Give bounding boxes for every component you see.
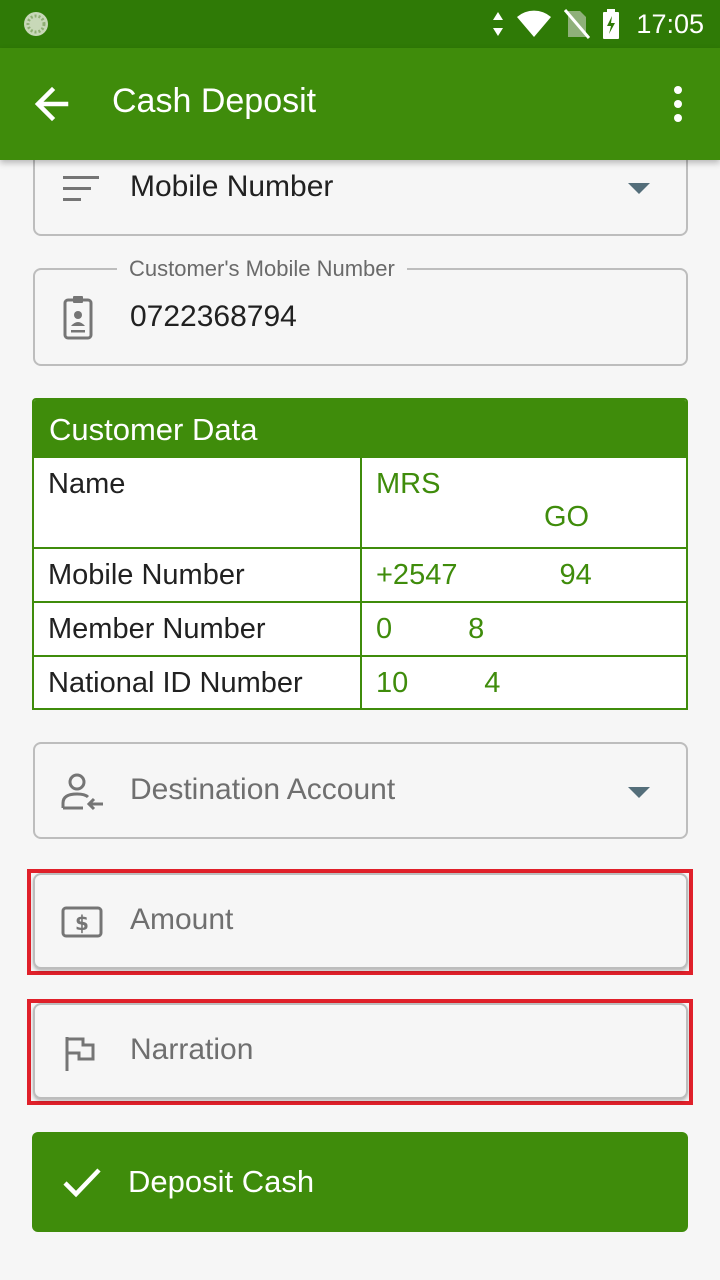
deposit-cash-button[interactable]: Deposit Cash <box>32 1132 688 1232</box>
redaction-mask <box>392 615 469 646</box>
name-value: MRS GO <box>360 458 686 549</box>
page-title: Cash Deposit <box>112 82 317 120</box>
id-type-value: Mobile Number <box>130 170 334 203</box>
name-label: Name <box>34 458 362 549</box>
national-id-value-start: 10 <box>376 667 409 699</box>
amount-field[interactable]: $ Amount <box>33 873 688 969</box>
customer-data-card: Customer Data Name MRS GO Mobile Number … <box>32 398 688 710</box>
mobile-value-end: 94 <box>559 559 592 591</box>
redaction-mask <box>408 669 485 700</box>
more-options-icon[interactable] <box>666 84 690 124</box>
chevron-down-icon <box>628 787 650 798</box>
sort-lines-icon <box>63 176 99 201</box>
cash-icon: $ <box>61 906 103 938</box>
chevron-down-icon <box>628 183 650 194</box>
national-id-value: 10 4 <box>360 655 686 708</box>
customer-data-title: Customer Data <box>34 400 686 458</box>
member-value-start: 0 <box>376 613 393 645</box>
account-transfer-icon <box>61 773 103 811</box>
table-row: Name MRS GO <box>34 458 686 549</box>
destination-account-dropdown[interactable]: Destination Account <box>33 742 688 839</box>
status-bar: 17:05 <box>0 0 720 48</box>
back-arrow-icon[interactable] <box>30 84 80 124</box>
destination-account-placeholder: Destination Account <box>130 773 396 806</box>
redaction-mask <box>448 470 619 501</box>
check-icon <box>63 1168 101 1198</box>
app-notification-icon <box>24 12 48 36</box>
status-time: 17:05 <box>636 8 704 39</box>
data-arrows-icon <box>493 12 504 36</box>
mobile-number-field[interactable]: Customer's Mobile Number 0722368794 <box>33 256 688 366</box>
mobile-number-input[interactable]: 0722368794 <box>130 300 297 334</box>
member-value: 08 <box>360 601 686 657</box>
mobile-value: +2547 94 <box>360 547 686 603</box>
narration-input[interactable]: Narration <box>130 1033 253 1067</box>
member-value-end: 8 <box>468 613 485 645</box>
wifi-icon <box>517 10 552 37</box>
narration-field[interactable]: Narration <box>33 1003 688 1099</box>
table-row: Mobile Number +2547 94 <box>34 547 686 603</box>
customer-data-table: Name MRS GO Mobile Number +2547 94 Member… <box>34 458 686 708</box>
svg-text:$: $ <box>75 911 89 935</box>
battery-charging-icon <box>603 9 620 39</box>
redaction-mask <box>457 561 560 592</box>
app-bar: Cash Deposit <box>0 48 720 160</box>
no-sim-icon <box>564 9 591 39</box>
id-badge-icon <box>63 296 93 340</box>
mobile-label: Mobile Number <box>34 547 362 603</box>
name-value-line2: GO <box>544 501 590 533</box>
mobile-number-label: Customer's Mobile Number <box>117 256 407 282</box>
redaction-mask <box>376 504 544 535</box>
name-value-line1: MRS <box>376 468 441 500</box>
national-id-label: National ID Number <box>34 655 362 708</box>
national-id-value-end: 4 <box>484 667 501 699</box>
deposit-cash-label: Deposit Cash <box>128 1164 315 1199</box>
mobile-value-start: +2547 <box>376 559 458 591</box>
member-label: Member Number <box>34 601 362 657</box>
table-row: National ID Number 10 4 <box>34 655 686 708</box>
table-row: Member Number 08 <box>34 601 686 657</box>
amount-input[interactable]: Amount <box>130 903 233 937</box>
flag-icon <box>65 1037 95 1071</box>
